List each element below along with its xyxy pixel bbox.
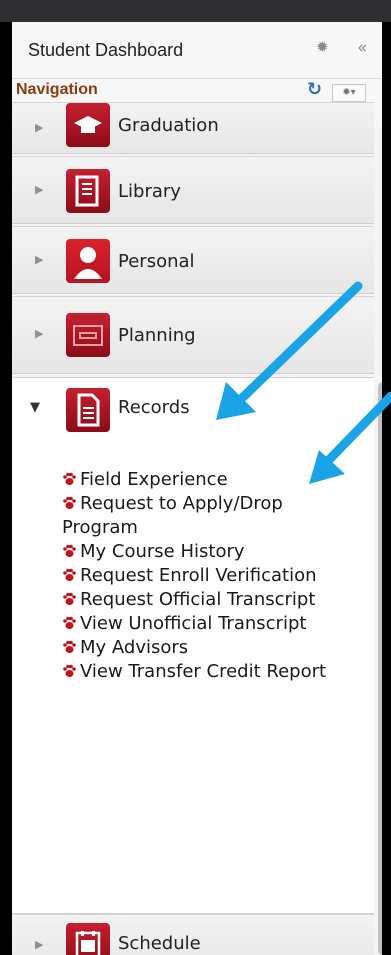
paw-icon: [63, 568, 76, 581]
section-label: Library: [118, 181, 181, 202]
book-icon: [66, 169, 110, 213]
link-text: Request Enroll Verification: [80, 565, 317, 586]
link-text: Request to Apply/Drop Program: [62, 493, 283, 538]
link-text: View Transfer Credit Report: [80, 661, 327, 682]
person-icon: [66, 239, 110, 283]
panel-header: Student Dashboard ✹ «: [12, 22, 382, 79]
annotation-arrow-icon: [309, 392, 391, 484]
paw-icon: [63, 592, 76, 605]
paw-icon: [63, 472, 76, 485]
gear-icon[interactable]: ✹: [316, 38, 329, 56]
section-label: Personal: [118, 251, 195, 272]
link-request-apply-drop[interactable]: Request to Apply/Drop Program: [62, 492, 332, 540]
section-label[interactable]: Records: [118, 397, 190, 418]
link-my-course-history[interactable]: My Course History: [62, 540, 332, 564]
panel-title: Student Dashboard: [28, 40, 184, 60]
link-view-unofficial-transcript[interactable]: View Unofficial Transcript: [62, 612, 332, 636]
paw-icon: [63, 496, 76, 509]
link-text: Field Experience: [80, 469, 228, 490]
chevron-right-icon: ▶: [35, 183, 44, 196]
paw-icon: [63, 616, 76, 629]
section-graduation[interactable]: ▶ Graduation: [12, 102, 374, 154]
document-icon: [66, 388, 110, 432]
graduation-cap-icon: [66, 103, 110, 147]
paw-icon: [63, 664, 76, 677]
paw-icon: [63, 544, 76, 557]
section-label: Graduation: [118, 115, 219, 136]
section-schedule[interactable]: ▶ Schedule: [12, 914, 374, 955]
section-library[interactable]: ▶ Library: [12, 156, 374, 224]
chevron-down-icon[interactable]: ▼: [30, 400, 40, 415]
link-my-advisors[interactable]: My Advisors: [62, 636, 332, 660]
records-links: Field Experience Request to Apply/Drop P…: [62, 468, 332, 684]
link-text: View Unofficial Transcript: [80, 613, 307, 634]
chevron-right-icon: ▶: [35, 121, 44, 134]
folder-icon: [66, 313, 110, 357]
calendar-icon: [66, 923, 110, 955]
refresh-icon[interactable]: ↻: [307, 79, 322, 100]
paw-icon: [63, 640, 76, 653]
navigation-label: Navigation: [16, 81, 98, 98]
section-label: Schedule: [118, 933, 201, 954]
link-request-enroll-verification[interactable]: Request Enroll Verification: [62, 564, 332, 588]
link-field-experience[interactable]: Field Experience: [62, 468, 332, 492]
chevron-right-icon: ▶: [35, 938, 44, 951]
section-label: Planning: [118, 325, 196, 346]
top-bar: [0, 0, 391, 22]
link-text: Request Official Transcript: [80, 589, 316, 610]
navigation-options-button[interactable]: ✹▾: [332, 84, 366, 102]
chevron-right-icon: ▶: [35, 327, 44, 340]
link-request-official-transcript[interactable]: Request Official Transcript: [62, 588, 332, 612]
chevron-right-icon: ▶: [35, 253, 44, 266]
link-text: My Advisors: [80, 637, 189, 658]
collapse-icon[interactable]: «: [357, 38, 367, 58]
link-text: My Course History: [80, 541, 245, 562]
link-view-transfer-credit-report[interactable]: View Transfer Credit Report: [62, 660, 332, 684]
